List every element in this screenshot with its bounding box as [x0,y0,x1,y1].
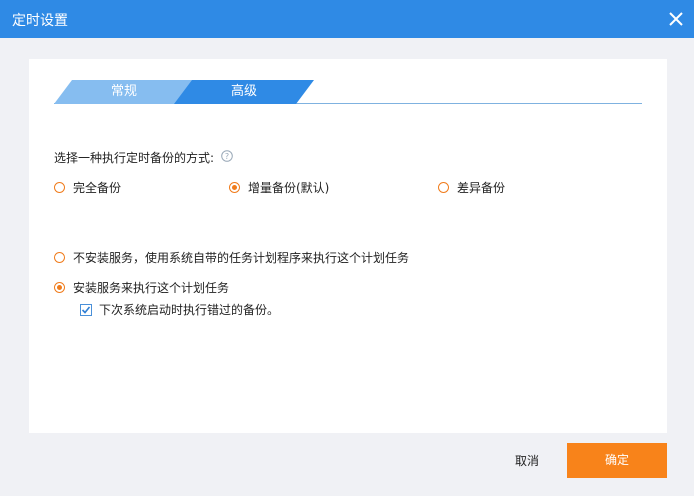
tab-general-label: 常规 [110,84,137,99]
title-bar: 定时设置 [0,0,694,38]
tab-advanced-label: 高级 [230,84,257,99]
help-icon[interactable]: ? [221,150,233,162]
radio-incremental-backup[interactable]: 增量备份(默认) [229,179,329,196]
radio-full-backup[interactable]: 完全备份 [54,179,121,196]
radio-use-task-scheduler[interactable]: 不安装服务，使用系统自带的任务计划程序来执行这个计划任务 [54,249,409,266]
radio-button[interactable] [229,182,240,193]
ok-button[interactable]: 确定 [567,443,667,478]
checkbox-label: 下次系统启动时执行错过的备份。 [99,303,280,317]
close-icon[interactable] [668,11,684,27]
backup-mode-label: 选择一种执行定时备份的方式: [54,151,215,165]
tab-advanced[interactable]: 高级 [174,80,314,104]
radio-button[interactable] [54,282,65,293]
radio-label: 不安装服务，使用系统自带的任务计划程序来执行这个计划任务 [73,251,410,265]
svg-text:?: ? [225,152,229,161]
tab-bar: 常规 高级 [54,80,642,104]
radio-button[interactable] [54,182,65,193]
radio-button[interactable] [54,252,65,263]
checkbox-check-icon[interactable] [80,303,92,316]
tab-general[interactable]: 常规 [54,80,194,104]
cancel-button[interactable]: 取消 [500,449,554,473]
checkbox-run-missed-backup[interactable]: 下次系统启动时执行错过的备份。 [80,301,279,318]
radio-button[interactable] [438,182,449,193]
settings-panel: 常规 高级 选择一种执行定时备份的方式: ? 完全备份 增量备份(默认) 差异备… [29,59,667,433]
radio-label: 安装服务来执行这个计划任务 [73,281,230,295]
radio-label: 差异备份 [457,181,506,195]
radio-label: 增量备份(默认) [248,181,330,195]
radio-differential-backup[interactable]: 差异备份 [438,179,505,196]
radio-label: 完全备份 [73,181,122,195]
radio-install-service[interactable]: 安装服务来执行这个计划任务 [54,279,229,296]
window-title: 定时设置 [12,13,68,29]
